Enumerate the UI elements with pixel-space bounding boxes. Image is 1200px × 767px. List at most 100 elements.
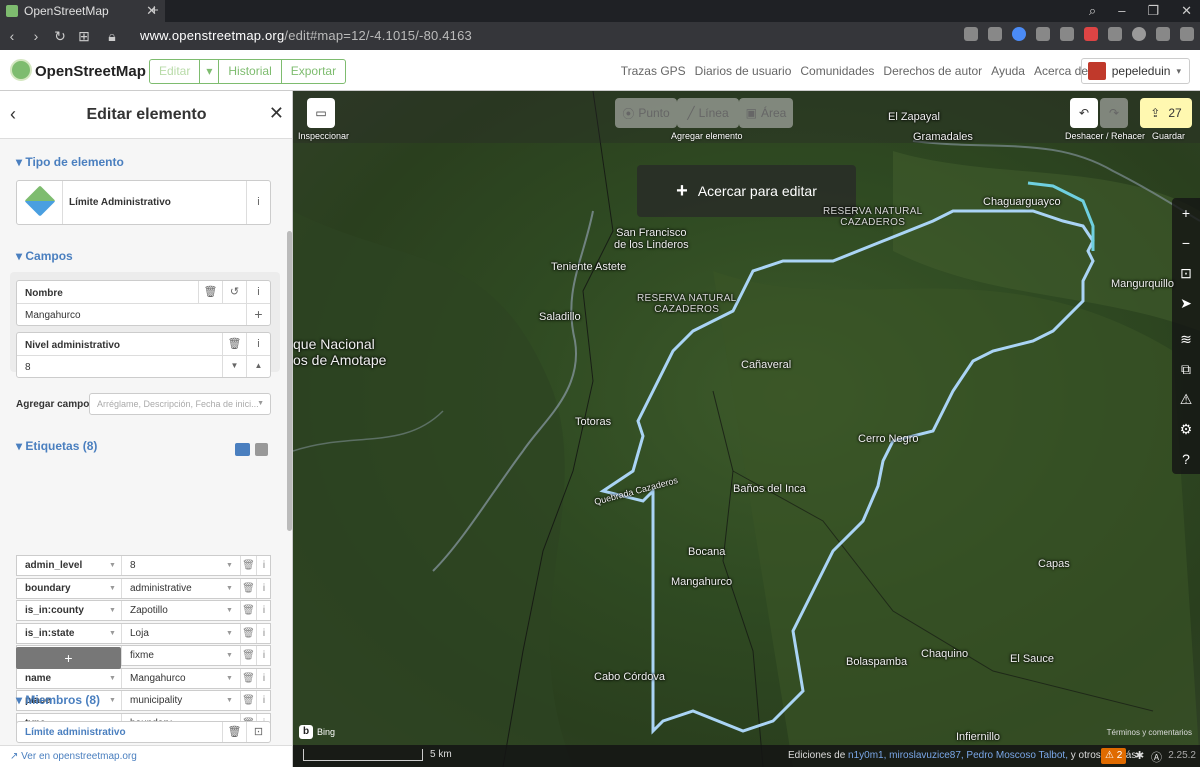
delete-icon[interactable]: 🗑︎ (240, 646, 256, 665)
zoom-to-selection-icon[interactable]: ⊡ (1172, 258, 1200, 288)
screen-share-icon[interactable] (964, 27, 978, 41)
section-fields[interactable]: Campos (16, 249, 72, 263)
info-icon[interactable]: i (256, 578, 271, 598)
edit-button[interactable]: Editar (150, 60, 201, 83)
help-link[interactable]: Ayuda (991, 64, 1025, 78)
tag-key-input[interactable]: admin_level (17, 556, 122, 575)
zoom-to-member-icon[interactable]: ⊡ (246, 722, 270, 742)
section-tags[interactable]: Etiquetas (8) (16, 439, 97, 453)
new-tab-icon[interactable]: + (150, 2, 159, 19)
info-icon[interactable]: i (256, 668, 271, 688)
copyright-link[interactable]: Derechos de autor (883, 64, 982, 78)
bug-icon[interactable]: ✱ (1135, 749, 1144, 762)
forward-icon[interactable]: › (24, 28, 48, 44)
tag-value-input[interactable]: 8 (122, 556, 240, 575)
tag-key-input[interactable]: name (17, 668, 122, 688)
search-tabs-icon[interactable]: ⌕ (1089, 3, 1096, 19)
editor-links[interactable]: n1y0m1, miroslavuzice87, Pedro Moscoso T… (848, 750, 1068, 761)
add-point-button[interactable]: ⦿ Punto (615, 98, 677, 128)
add-field-input[interactable]: Arréglame, Descripción, Fecha de inici..… (89, 393, 271, 415)
add-line-button[interactable]: ╱ Línea (677, 98, 739, 128)
redo-button[interactable]: ↷ (1100, 98, 1128, 128)
info-icon[interactable]: i (246, 333, 270, 355)
maximize-icon[interactable]: ❐ (1147, 3, 1159, 19)
sidebar-toggle-icon[interactable]: ▭ (307, 98, 335, 128)
tag-value-input[interactable]: fixme (122, 646, 240, 665)
zoom-out-icon[interactable]: − (1172, 228, 1200, 258)
name-input[interactable]: Mangahurco (25, 310, 81, 321)
increment-icon[interactable]: ▲ (246, 355, 270, 377)
site-name[interactable]: OpenStreetMap (35, 63, 146, 80)
minimize-icon[interactable]: – (1118, 3, 1125, 19)
about-link[interactable]: Acerca de (1034, 64, 1088, 78)
sidebar-scrollbar[interactable] (287, 231, 292, 531)
osm-logo-icon[interactable] (10, 59, 32, 81)
menu-icon[interactable] (1180, 27, 1194, 41)
cube-icon[interactable] (1108, 27, 1122, 41)
terms-link[interactable]: Términos y comentarios (1107, 728, 1192, 737)
admin-level-input[interactable]: 8 (25, 362, 31, 373)
close-icon[interactable]: ✕ (269, 103, 284, 124)
zoom-in-icon[interactable]: + (1172, 198, 1200, 228)
member-label[interactable]: Límite administrativo (25, 727, 126, 738)
tag-key-input[interactable]: is_in:county (17, 601, 122, 620)
text-view-icon[interactable] (255, 443, 268, 456)
decrement-icon[interactable]: ▼ (222, 355, 246, 377)
tag-key-input[interactable]: boundary (17, 578, 122, 598)
save-button[interactable]: ⇪ 27 (1140, 98, 1192, 128)
map-canvas[interactable]: ▭ Inspeccionar ⦿ Punto ╱ Línea ▣ Área Agreg… (293, 91, 1200, 767)
help-icon[interactable]: ? (1172, 444, 1200, 474)
scale-bar[interactable] (303, 749, 423, 761)
history-button[interactable]: Historial (219, 60, 282, 83)
tag-value-input[interactable]: Mangahurco (122, 669, 240, 688)
camera-icon[interactable] (988, 27, 1002, 41)
undo-button[interactable]: ↶ (1070, 98, 1098, 128)
issues-badge[interactable]: ⚠ 2 (1101, 748, 1127, 764)
extension-pen-icon[interactable] (1084, 27, 1098, 41)
delete-icon[interactable]: 🗑︎ (240, 623, 256, 643)
tabs-grid-icon[interactable]: ⊞ (72, 28, 96, 45)
info-icon[interactable]: i (256, 623, 271, 643)
delete-icon[interactable]: 🗑︎ (240, 556, 256, 575)
background-layers-icon[interactable]: ≋ (1172, 324, 1200, 354)
section-element-type[interactable]: Tipo de elemento (16, 155, 123, 169)
info-icon[interactable]: i (246, 181, 270, 224)
add-tag-button[interactable]: + (16, 647, 121, 669)
edit-dropdown-icon[interactable]: ▾ (200, 60, 220, 83)
view-on-osm-link[interactable]: Ver en openstreetmap.org (21, 751, 137, 762)
preferences-icon[interactable]: ⚙ (1172, 414, 1200, 444)
send-icon[interactable] (1036, 27, 1050, 41)
geolocate-icon[interactable]: ➤ (1172, 288, 1200, 318)
list-view-icon[interactable] (235, 443, 250, 456)
delete-icon[interactable]: 🗑︎ (222, 333, 246, 355)
accessibility-icon[interactable]: Ⓐ (1151, 749, 1162, 765)
add-localized-name-icon[interactable]: + (246, 303, 270, 325)
info-icon[interactable]: i (256, 691, 271, 710)
reload-icon[interactable]: ↻ (48, 28, 72, 45)
tag-key-input[interactable]: is_in:state (17, 623, 122, 643)
browser-tab[interactable]: OpenStreetMap ✕ (0, 0, 165, 22)
heart-icon[interactable] (1060, 27, 1074, 41)
shield-icon[interactable] (1012, 27, 1026, 41)
tag-value-input[interactable]: administrative (122, 579, 240, 598)
export-button[interactable]: Exportar (282, 60, 345, 83)
delete-icon[interactable]: 🗑︎ (222, 722, 246, 742)
add-area-button[interactable]: ▣ Área (739, 98, 793, 128)
delete-icon[interactable]: 🗑︎ (240, 691, 256, 710)
communities-link[interactable]: Comunidades (800, 64, 874, 78)
close-window-icon[interactable]: ✕ (1181, 3, 1192, 19)
info-icon[interactable]: i (256, 646, 271, 665)
tag-value-input[interactable]: Loja (122, 624, 240, 643)
tag-value-input[interactable]: Zapotillo (122, 601, 240, 620)
address-bar[interactable]: www.openstreetmap.org/edit#map=12/-4.101… (140, 28, 472, 43)
download-icon[interactable] (1156, 27, 1170, 41)
section-members[interactable]: Miembros (8) (16, 693, 100, 707)
delete-icon[interactable]: 🗑︎ (240, 601, 256, 620)
delete-icon[interactable]: 🗑︎ (198, 281, 222, 303)
user-diaries-link[interactable]: Diarios de usuario (695, 64, 792, 78)
undo-icon[interactable]: ↺ (222, 281, 246, 303)
info-icon[interactable]: i (256, 601, 271, 620)
gps-traces-link[interactable]: Trazas GPS (621, 64, 686, 78)
user-menu[interactable]: pepeleduin ▾ (1080, 58, 1190, 84)
delete-icon[interactable]: 🗑︎ (240, 578, 256, 598)
